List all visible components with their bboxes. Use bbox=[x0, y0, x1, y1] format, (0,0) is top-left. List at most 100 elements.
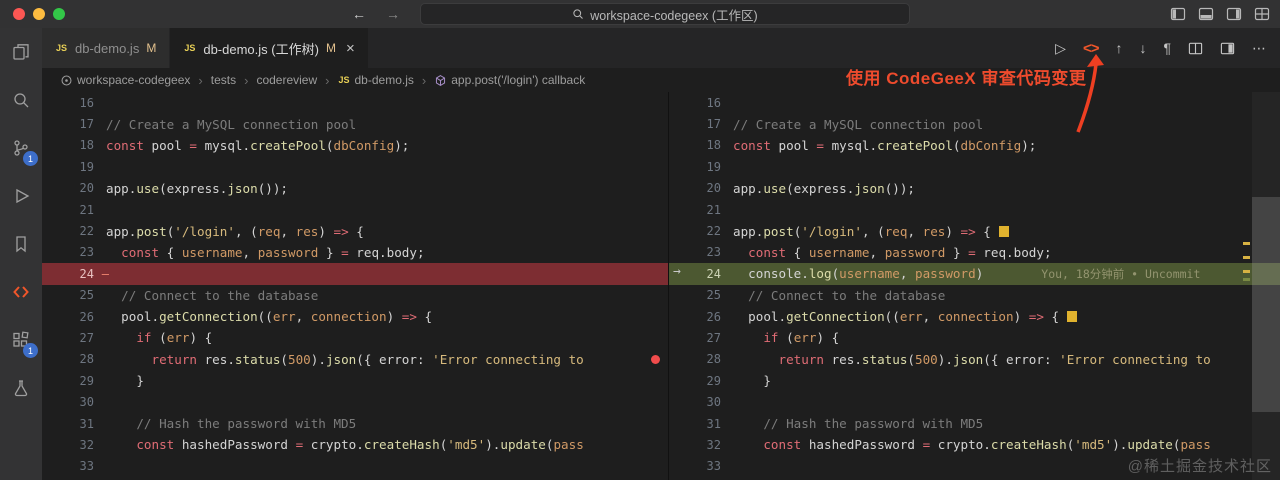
code-line[interactable]: 20app.use(express.json()); bbox=[42, 178, 668, 199]
editor-tab[interactable]: JSdb-demo.js (工作树)M× bbox=[170, 28, 368, 68]
breadcrumb-item[interactable]: workspace-codegeex bbox=[60, 73, 190, 87]
breadcrumb-item[interactable]: codereview bbox=[256, 73, 317, 87]
code-line[interactable]: 31 // Hash the password with MD5 bbox=[669, 413, 1280, 434]
minimize-window-button[interactable] bbox=[33, 8, 45, 20]
nav-back-icon[interactable]: ← bbox=[352, 6, 366, 22]
editor-tab[interactable]: JSdb-demo.jsM bbox=[42, 28, 170, 68]
inline-annotation-marker[interactable] bbox=[1067, 311, 1077, 322]
line-number[interactable]: 27 bbox=[669, 331, 733, 345]
code-line[interactable]: 16 bbox=[669, 92, 1280, 113]
code-line[interactable]: 24— bbox=[42, 263, 668, 284]
line-number[interactable]: 24— bbox=[42, 267, 106, 281]
line-number[interactable]: 26 bbox=[42, 310, 106, 324]
line-number[interactable]: 18 bbox=[669, 138, 733, 152]
code-line[interactable]: 26 pool.getConnection((err, connection) … bbox=[669, 306, 1280, 327]
breadcrumb-item[interactable]: tests bbox=[211, 73, 236, 87]
minimap[interactable] bbox=[1252, 92, 1280, 480]
line-number[interactable]: 29 bbox=[669, 374, 733, 388]
line-number[interactable]: 22 bbox=[669, 224, 733, 238]
code-line[interactable]: 22app.post('/login', (req, res) => { bbox=[42, 220, 668, 241]
nav-forward-icon[interactable]: → bbox=[386, 6, 400, 22]
code-line[interactable]: 21 bbox=[42, 199, 668, 220]
run-debug-icon[interactable] bbox=[0, 172, 42, 220]
line-number[interactable]: 22 bbox=[42, 224, 106, 238]
line-number[interactable]: 21 bbox=[42, 203, 106, 217]
code-line[interactable]: 19 bbox=[42, 156, 668, 177]
line-number[interactable]: 32 bbox=[669, 438, 733, 452]
line-number[interactable]: 26 bbox=[669, 310, 733, 324]
line-number[interactable]: 28 bbox=[669, 352, 733, 366]
customize-layout-icon[interactable] bbox=[1254, 6, 1270, 22]
split-editor-icon[interactable] bbox=[1220, 41, 1235, 56]
code-line[interactable]: 24 console.log(username, password)You, 1… bbox=[669, 263, 1280, 284]
code-line[interactable]: 27 if (err) { bbox=[669, 327, 1280, 348]
inline-view-toggle-icon[interactable] bbox=[1188, 41, 1203, 56]
code-line[interactable]: 17// Create a MySQL connection pool bbox=[42, 113, 668, 134]
line-number[interactable]: 19 bbox=[42, 160, 106, 174]
extensions-icon[interactable]: 1 bbox=[0, 316, 42, 364]
command-center-search[interactable]: workspace-codegeex (工作区) bbox=[420, 3, 910, 25]
explorer-icon[interactable] bbox=[0, 28, 42, 76]
line-number[interactable]: 17 bbox=[669, 117, 733, 131]
line-number[interactable]: 25 bbox=[669, 288, 733, 302]
line-number[interactable]: 33 bbox=[669, 459, 733, 473]
code-line[interactable]: 31 // Hash the password with MD5 bbox=[42, 413, 668, 434]
codegeex-icon[interactable] bbox=[0, 268, 42, 316]
toggle-secondary-sidebar-icon[interactable] bbox=[1226, 6, 1242, 22]
line-number[interactable]: 25 bbox=[42, 288, 106, 302]
line-number[interactable]: 23 bbox=[42, 245, 106, 259]
code-line[interactable]: 30 bbox=[669, 391, 1280, 412]
code-line[interactable]: 27 if (err) { bbox=[42, 327, 668, 348]
line-number[interactable]: 20 bbox=[42, 181, 106, 195]
code-line[interactable]: 26 pool.getConnection((err, connection) … bbox=[42, 306, 668, 327]
code-line[interactable]: 28 return res.status(500).json({ error: … bbox=[669, 349, 1280, 370]
toggle-primary-sidebar-icon[interactable] bbox=[1170, 6, 1186, 22]
close-window-button[interactable] bbox=[13, 8, 25, 20]
line-number[interactable]: 20 bbox=[669, 181, 733, 195]
whitespace-toggle-icon[interactable]: ¶ bbox=[1163, 40, 1171, 56]
code-line[interactable]: 33 bbox=[42, 456, 668, 477]
code-line[interactable]: 28 return res.status(500).json({ error: … bbox=[42, 349, 668, 370]
next-change-icon[interactable]: ↓ bbox=[1139, 40, 1146, 56]
code-line[interactable]: 32 const hashedPassword = crypto.createH… bbox=[669, 434, 1280, 455]
line-number[interactable]: 21 bbox=[669, 203, 733, 217]
diff-revert-arrow-icon[interactable]: → bbox=[673, 264, 681, 279]
line-number[interactable]: 30 bbox=[669, 395, 733, 409]
line-number[interactable]: 29 bbox=[42, 374, 106, 388]
close-tab-icon[interactable]: × bbox=[346, 40, 355, 57]
line-number[interactable]: 19 bbox=[669, 160, 733, 174]
line-number[interactable]: 32 bbox=[42, 438, 106, 452]
testing-beaker-icon[interactable] bbox=[0, 364, 42, 412]
diff-pane-original[interactable]: 16 17// Create a MySQL connection pool18c… bbox=[42, 92, 668, 480]
more-actions-icon[interactable]: ⋯ bbox=[1252, 40, 1266, 57]
code-line[interactable]: 32 const hashedPassword = crypto.createH… bbox=[42, 434, 668, 455]
code-line[interactable]: 22app.post('/login', (req, res) => { bbox=[669, 220, 1280, 241]
code-line[interactable]: 16 bbox=[42, 92, 668, 113]
line-number[interactable]: 33 bbox=[42, 459, 106, 473]
line-number[interactable]: 16 bbox=[42, 96, 106, 110]
inline-annotation-marker[interactable] bbox=[999, 226, 1009, 237]
code-line[interactable]: 21 bbox=[669, 199, 1280, 220]
line-number[interactable]: 17 bbox=[42, 117, 106, 131]
code-line[interactable]: 29 } bbox=[42, 370, 668, 391]
breadcrumb-item[interactable]: JSdb-demo.js bbox=[337, 73, 413, 87]
code-line[interactable]: 25 // Connect to the database bbox=[42, 285, 668, 306]
source-control-icon[interactable]: 1 bbox=[0, 124, 42, 172]
code-line[interactable]: 23 const { username, password } = req.bo… bbox=[669, 242, 1280, 263]
line-number[interactable]: 30 bbox=[42, 395, 106, 409]
line-number[interactable]: 28 bbox=[42, 352, 106, 366]
code-line[interactable]: 20app.use(express.json()); bbox=[669, 178, 1280, 199]
code-line[interactable]: 18const pool = mysql.createPool(dbConfig… bbox=[669, 135, 1280, 156]
line-number[interactable]: 31 bbox=[42, 417, 106, 431]
search-view-icon[interactable] bbox=[0, 76, 42, 124]
toggle-panel-icon[interactable] bbox=[1198, 6, 1214, 22]
line-number[interactable]: 31 bbox=[669, 417, 733, 431]
code-line[interactable]: 19 bbox=[669, 156, 1280, 177]
diff-pane-modified[interactable]: 1617// Create a MySQL connection pool18c… bbox=[668, 92, 1280, 480]
breadcrumb-item[interactable]: app.post('/login') callback bbox=[434, 73, 585, 87]
code-line[interactable]: 18const pool = mysql.createPool(dbConfig… bbox=[42, 135, 668, 156]
code-line[interactable]: 23 const { username, password } = req.bo… bbox=[42, 242, 668, 263]
minimap-slider[interactable] bbox=[1252, 197, 1280, 412]
line-number[interactable]: 18 bbox=[42, 138, 106, 152]
code-line[interactable]: 17// Create a MySQL connection pool bbox=[669, 113, 1280, 134]
